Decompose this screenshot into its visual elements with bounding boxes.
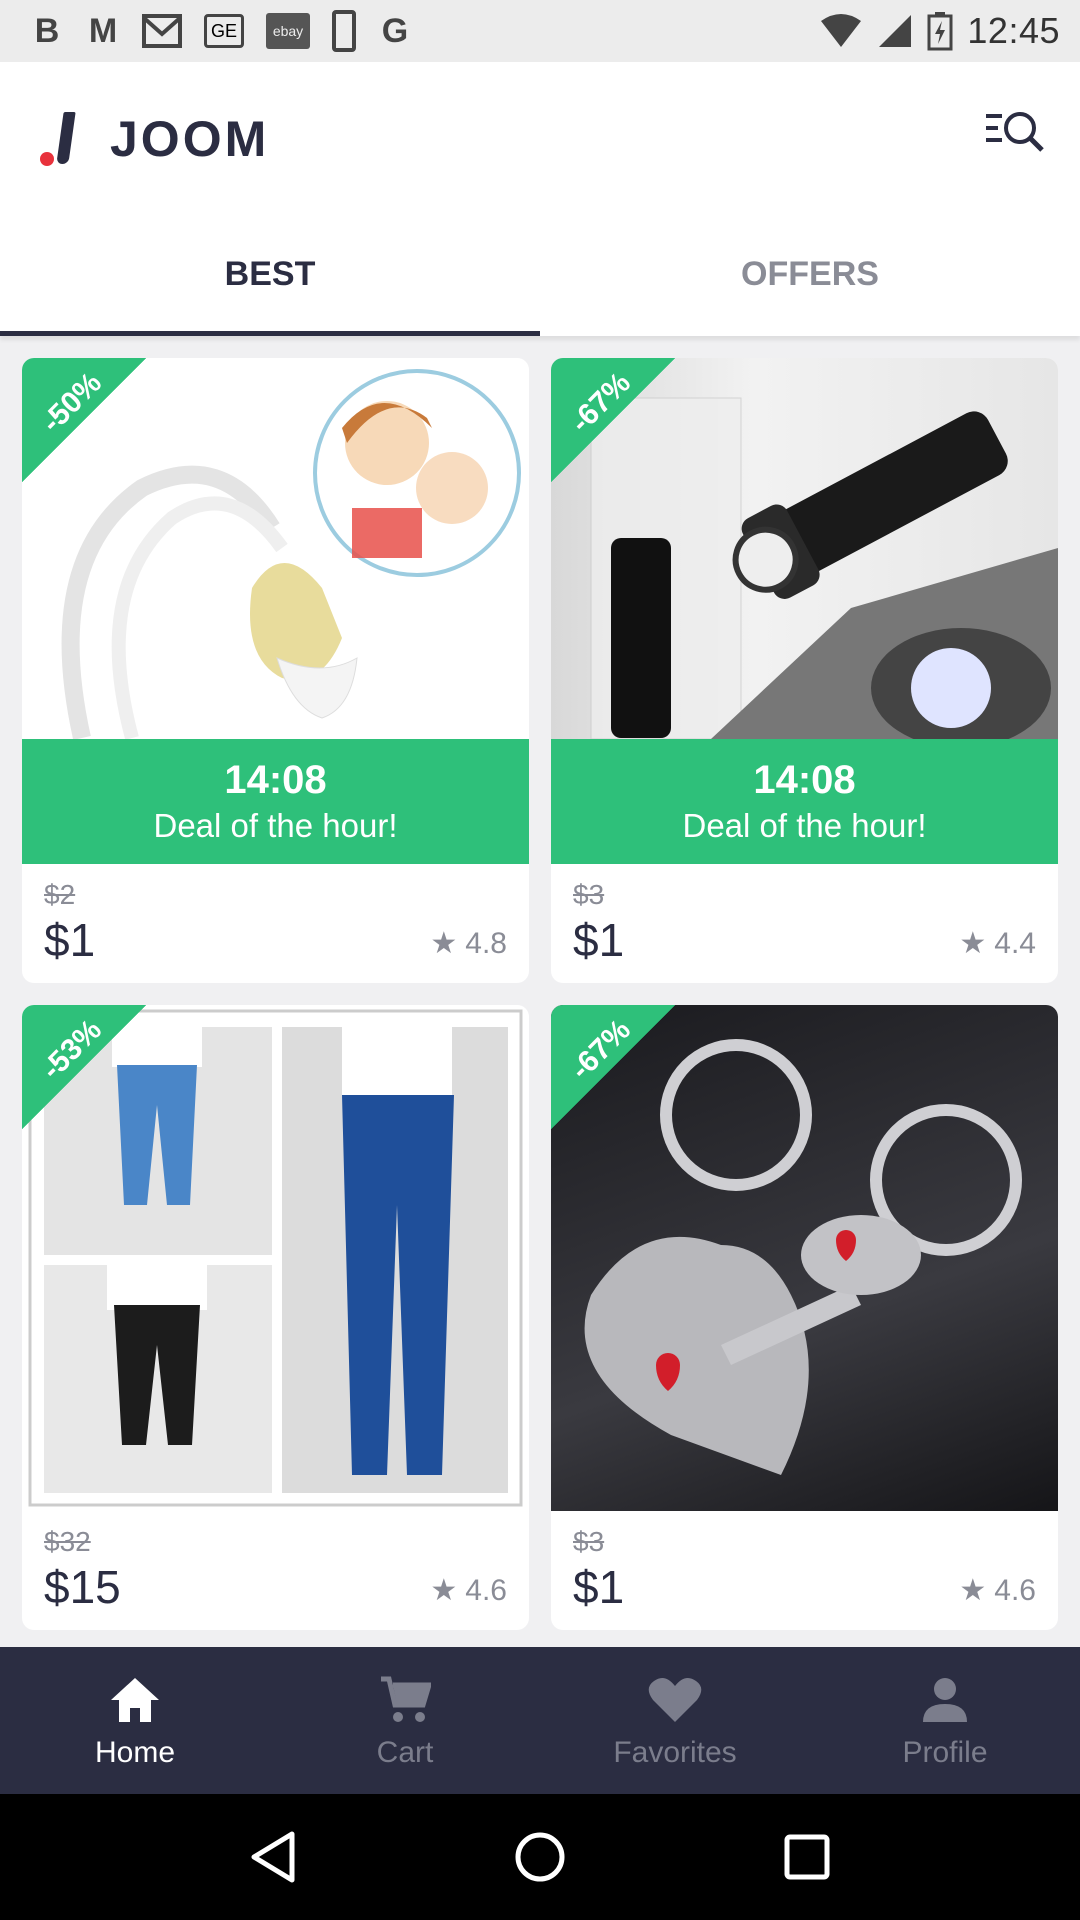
recents-button[interactable] bbox=[777, 1827, 837, 1887]
logo-mark bbox=[40, 112, 80, 166]
deal-label: Deal of the hour! bbox=[153, 807, 398, 844]
rating-value: 4.6 bbox=[465, 1573, 507, 1607]
gmail-icon bbox=[142, 11, 182, 51]
tab-offers[interactable]: OFFERS bbox=[540, 212, 1080, 336]
tab-best[interactable]: BEST bbox=[0, 212, 540, 336]
joom-logo[interactable]: JOOM bbox=[40, 110, 269, 168]
product-card[interactable]: -53% $32 $15 ★ 4.6 bbox=[22, 1005, 529, 1630]
product-card[interactable]: -50% 14:08 Deal of the hour! $2 $1 ★ 4.8 bbox=[22, 358, 529, 983]
old-price: $2 bbox=[44, 879, 76, 910]
rating: ★ 4.4 bbox=[959, 926, 1036, 961]
home-button[interactable] bbox=[510, 1827, 570, 1887]
ebay-icon: ebay bbox=[266, 13, 311, 49]
recents-icon bbox=[784, 1834, 830, 1880]
nav-favorites-label: Favorites bbox=[613, 1735, 737, 1769]
back-icon bbox=[251, 1831, 295, 1883]
battery-charging-icon bbox=[927, 12, 953, 51]
b-icon: B bbox=[34, 11, 60, 50]
clock: 12:45 bbox=[967, 10, 1060, 51]
status-bar: B M GE ebay G 12:45 bbox=[0, 0, 1080, 62]
nav-profile[interactable]: Profile bbox=[810, 1647, 1080, 1794]
old-price: $3 bbox=[573, 1526, 605, 1557]
price-area: $3 $1 ★ 4.6 bbox=[551, 1512, 1058, 1630]
discount-ribbon: -67% bbox=[551, 358, 675, 482]
rating: ★ 4.6 bbox=[430, 1573, 507, 1608]
nav-profile-label: Profile bbox=[902, 1735, 988, 1769]
deal-banner: 14:08 Deal of the hour! bbox=[22, 739, 529, 864]
old-price: $3 bbox=[573, 879, 605, 910]
tab-offers-label: OFFERS bbox=[741, 254, 879, 293]
star-icon: ★ bbox=[959, 927, 987, 960]
notification-icons: B M GE ebay G bbox=[30, 10, 412, 52]
old-price: $32 bbox=[44, 1526, 91, 1557]
star-icon: ★ bbox=[959, 1574, 987, 1607]
rating: ★ 4.6 bbox=[959, 1573, 1036, 1608]
product-card[interactable]: -67% $3 $1 ★ 4.6 bbox=[551, 1005, 1058, 1630]
discount-label: -67% bbox=[564, 1013, 638, 1087]
person-icon bbox=[915, 1672, 975, 1728]
heart-icon bbox=[645, 1672, 705, 1728]
rating-value: 4.6 bbox=[994, 1573, 1036, 1607]
signal-icon bbox=[879, 15, 912, 47]
rating: ★ 4.8 bbox=[430, 926, 507, 961]
price-area: $3 $1 ★ 4.4 bbox=[551, 865, 1058, 983]
rating-value: 4.8 bbox=[465, 926, 507, 960]
deal-timer: 14:08 bbox=[753, 758, 856, 802]
nav-home-label: Home bbox=[94, 1735, 176, 1769]
deal-banner: 14:08 Deal of the hour! bbox=[551, 739, 1058, 864]
discount-ribbon: -50% bbox=[22, 358, 146, 482]
cart-icon bbox=[375, 1672, 435, 1728]
m-icon: M bbox=[88, 11, 118, 50]
discount-label: -53% bbox=[35, 1013, 109, 1087]
nav-cart[interactable]: Cart bbox=[270, 1647, 540, 1794]
system-status: 12:45 bbox=[819, 10, 1060, 52]
price-area: $32 $15 ★ 4.6 bbox=[22, 1512, 529, 1630]
star-icon: ★ bbox=[430, 1574, 458, 1607]
home-circle-icon bbox=[515, 1832, 565, 1882]
star-icon: ★ bbox=[430, 927, 458, 960]
nav-favorites[interactable]: Favorites bbox=[540, 1647, 810, 1794]
tab-best-label: BEST bbox=[224, 254, 316, 293]
search-icon bbox=[986, 112, 1044, 152]
system-nav-bar bbox=[0, 1794, 1080, 1920]
nav-cart-label: Cart bbox=[376, 1735, 434, 1769]
search-button[interactable] bbox=[980, 102, 1050, 162]
rating-value: 4.4 bbox=[994, 926, 1036, 960]
google-icon: G bbox=[381, 11, 409, 50]
ge-icon: GE bbox=[204, 14, 245, 48]
product-grid: -50% 14:08 Deal of the hour! $2 $1 ★ 4.8 bbox=[22, 358, 1058, 1630]
app-bar: JOOM bbox=[0, 62, 1080, 212]
product-card[interactable]: -67% 14:08 Deal of the hour! $3 $1 ★ 4.4 bbox=[551, 358, 1058, 983]
price-area: $2 $1 ★ 4.8 bbox=[22, 865, 529, 983]
discount-ribbon: -53% bbox=[22, 1005, 146, 1129]
ge-label: GE bbox=[211, 20, 238, 41]
logo-text: JOOM bbox=[110, 111, 270, 167]
discount-label: -50% bbox=[35, 366, 109, 440]
home-icon bbox=[105, 1672, 165, 1728]
deal-label: Deal of the hour! bbox=[682, 807, 927, 844]
deal-timer: 14:08 bbox=[224, 758, 327, 802]
discount-ribbon: -67% bbox=[551, 1005, 675, 1129]
discount-label: -67% bbox=[564, 366, 638, 440]
phone-icon bbox=[332, 10, 357, 52]
nav-home[interactable]: Home bbox=[0, 1647, 270, 1794]
wifi-icon bbox=[821, 14, 862, 47]
tab-bar: BEST OFFERS bbox=[0, 212, 1080, 336]
ebay-label: ebay bbox=[272, 23, 304, 39]
bottom-nav: Home Cart Favorites Profile bbox=[0, 1647, 1080, 1794]
back-button[interactable] bbox=[243, 1827, 303, 1887]
